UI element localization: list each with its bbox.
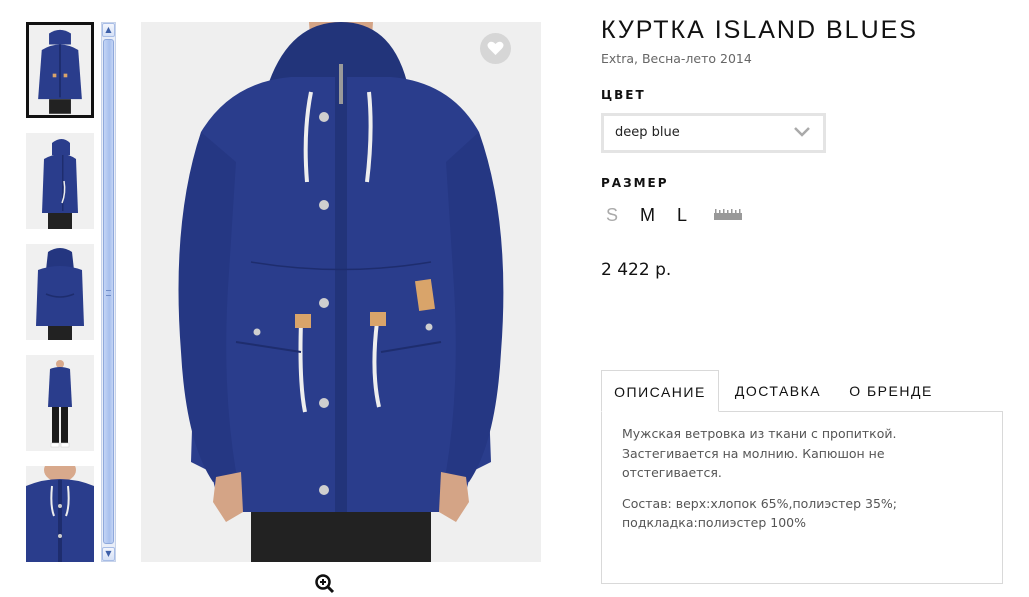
color-label: ЦВЕТ <box>601 88 646 102</box>
scrollbar-thumb[interactable] <box>103 39 114 544</box>
thumbnail-side[interactable] <box>26 133 94 229</box>
size-option-m[interactable]: M <box>640 205 655 226</box>
tab-description[interactable]: ОПИСАНИЕ <box>601 370 719 412</box>
tab-delivery[interactable]: ДОСТАВКА <box>723 370 833 412</box>
description-text: Мужская ветровка из ткани с пропиткой. З… <box>622 426 897 480</box>
thumbnail-front[interactable] <box>26 22 94 118</box>
color-select[interactable]: deep blue <box>601 113 826 153</box>
favorite-button[interactable] <box>480 33 511 64</box>
color-select-value: deep blue <box>615 125 680 140</box>
tab-about-brand[interactable]: О БРЕНДЕ <box>841 370 941 412</box>
scroll-up-arrow-icon[interactable]: ▲ <box>102 23 115 37</box>
product-subtitle: Extra, Весна-лето 2014 <box>601 51 752 66</box>
zoom-in-icon[interactable] <box>315 574 335 594</box>
scroll-down-arrow-icon[interactable]: ▼ <box>102 547 115 561</box>
main-product-image <box>141 22 541 562</box>
size-label: РАЗМЕР <box>601 176 669 190</box>
composition-text: Состав: верх:хлопок 65%,полиэстер 35%; п… <box>622 495 898 531</box>
thumbnail-scrollbar[interactable]: ▲ ▼ <box>101 22 116 562</box>
heart-icon <box>487 41 504 55</box>
info-tabs: ОПИСАНИЕ ДОСТАВКА О БРЕНДЕ <box>601 370 1003 412</box>
chevron-down-icon <box>794 127 810 137</box>
thumbnail-back[interactable] <box>26 244 94 340</box>
thumbnail-full-body[interactable] <box>26 355 94 451</box>
product-price: 2 422 р. <box>601 260 672 280</box>
ruler-icon[interactable] <box>714 209 742 220</box>
thumbnail-detail[interactable] <box>26 466 94 562</box>
product-title: КУРТКА ISLAND BLUES <box>601 16 918 44</box>
size-option-l[interactable]: L <box>677 205 687 226</box>
size-option-s[interactable]: S <box>606 205 618 226</box>
tab-panel-description: Мужская ветровка из ткани с пропиткой. З… <box>601 411 1003 584</box>
